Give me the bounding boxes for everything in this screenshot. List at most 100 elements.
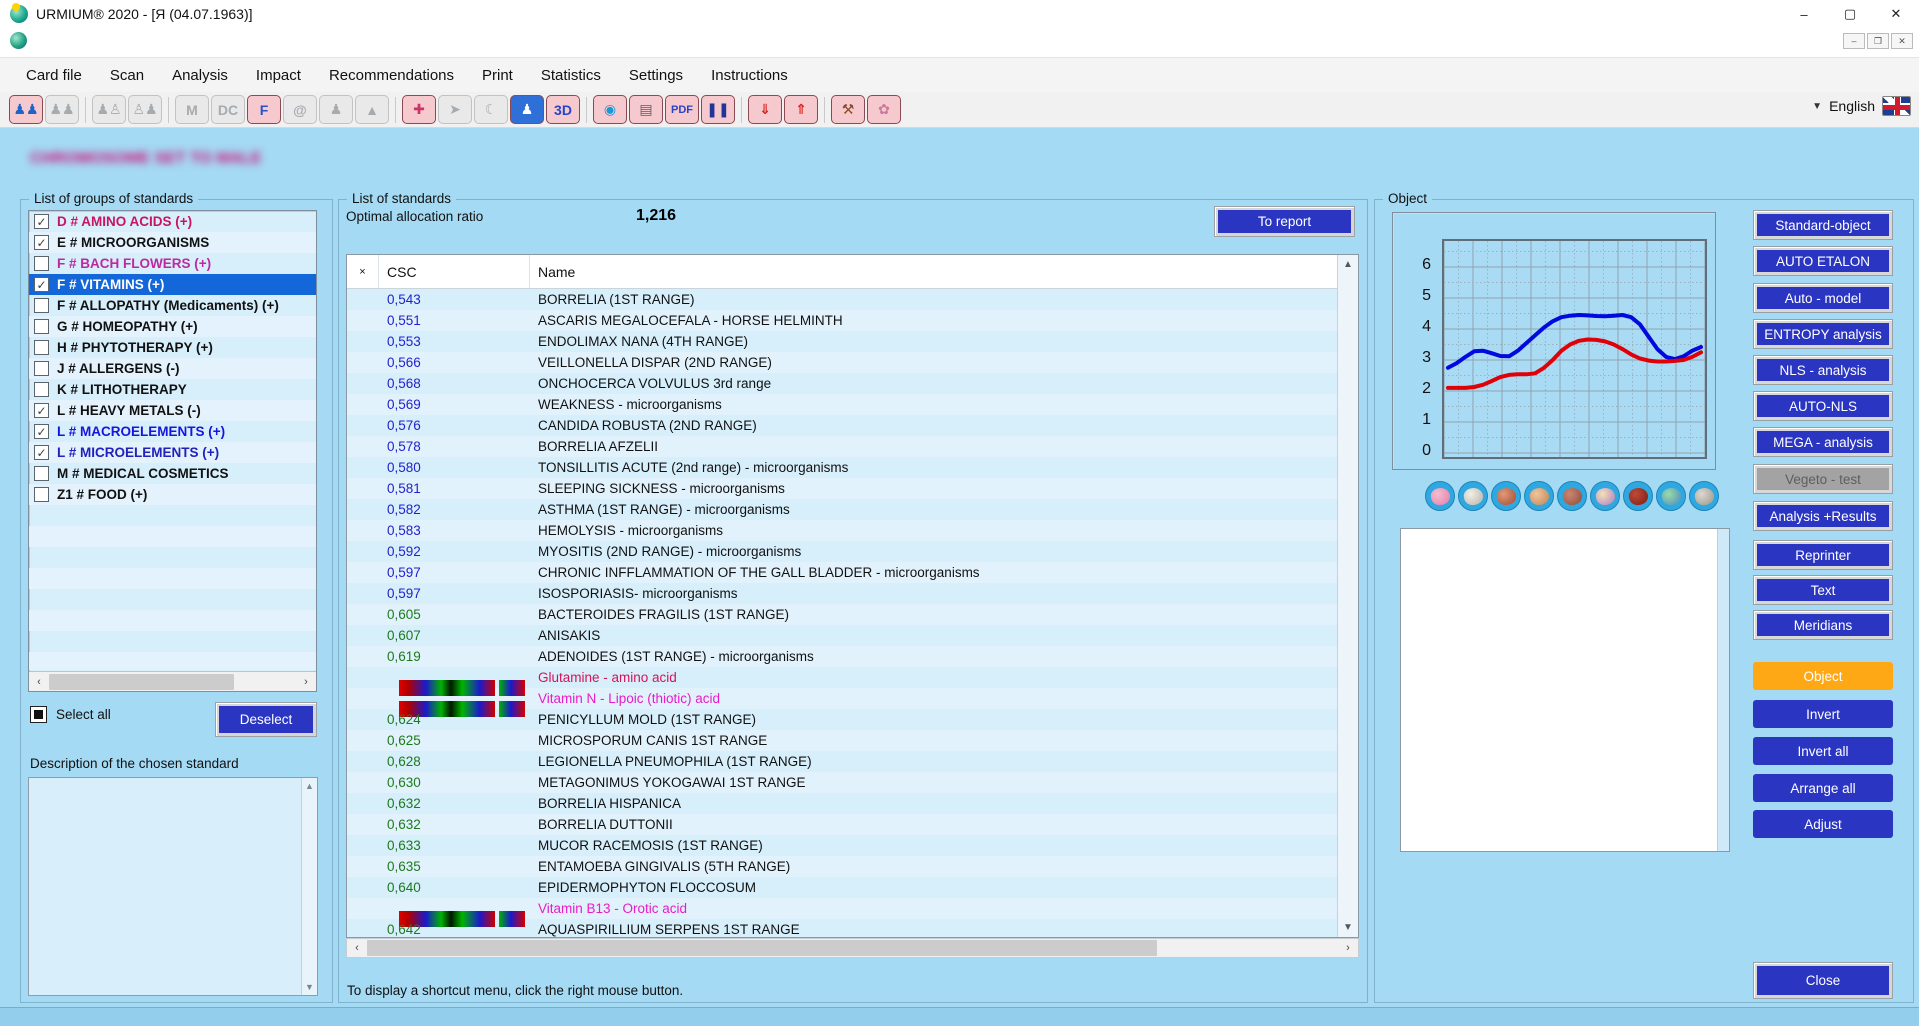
group-row-8[interactable]: J # ALLERGENS (-): [29, 358, 316, 379]
export-button[interactable]: ⇑: [784, 95, 818, 124]
menu-item-statistics[interactable]: Statistics: [527, 63, 615, 88]
group-checkbox[interactable]: [34, 319, 49, 334]
table-vertical-scrollbar[interactable]: ▲ ▼: [1337, 255, 1358, 937]
meta-mode-button[interactable]: M: [175, 95, 209, 124]
tools-button[interactable]: ⚒: [831, 95, 865, 124]
invert-button[interactable]: Invert: [1753, 700, 1893, 728]
menu-item-analysis[interactable]: Analysis: [158, 63, 242, 88]
text-button[interactable]: Text: [1757, 579, 1889, 601]
scroll-up-icon[interactable]: ▲: [305, 781, 314, 791]
group-checkbox[interactable]: ✓: [34, 214, 49, 229]
results-scrollbar[interactable]: [1717, 529, 1729, 851]
lungs-icon[interactable]: [1425, 481, 1455, 511]
table-row[interactable]: 0,568ONCHOCERCA VOLVULUS 3rd range: [347, 373, 1337, 394]
table-row[interactable]: 0,581SLEEPING SICKNESS - microorganisms: [347, 478, 1337, 499]
mdi-minimize-button[interactable]: –: [1843, 33, 1865, 49]
table-row[interactable]: 0,583HEMOLYSIS - microorganisms: [347, 520, 1337, 541]
to-report-button[interactable]: To report: [1218, 210, 1351, 233]
import-button[interactable]: ⇓: [748, 95, 782, 124]
analysis-results-button[interactable]: Analysis +Results: [1757, 505, 1889, 527]
table-row[interactable]: 0,625MICROSPORUM CANIS 1ST RANGE: [347, 730, 1337, 751]
3d-view-button[interactable]: 3D: [546, 95, 580, 124]
group-checkbox[interactable]: ✓: [34, 403, 49, 418]
group-checkbox[interactable]: [34, 487, 49, 502]
group-row-12[interactable]: ✓L # MICROELEMENTS (+): [29, 442, 316, 463]
skin-tissue-icon[interactable]: [1590, 481, 1620, 511]
pdf-export-button[interactable]: PDF: [665, 95, 699, 124]
description-scrollbar[interactable]: ▲ ▼: [301, 778, 317, 995]
mdi-restore-button[interactable]: ❐: [1867, 33, 1889, 49]
table-row[interactable]: 0,543BORRELIA (1ST RANGE): [347, 289, 1337, 310]
group-row-13[interactable]: M # MEDICAL COSMETICS: [29, 463, 316, 484]
language-selector[interactable]: ▼ English: [1812, 96, 1911, 116]
adjust-button[interactable]: Adjust: [1753, 810, 1893, 838]
object-button[interactable]: Object: [1753, 662, 1893, 690]
person-mode-button[interactable]: ♟: [319, 95, 353, 124]
table-horizontal-scrollbar[interactable]: ‹ ›: [346, 938, 1359, 958]
group-checkbox[interactable]: [34, 256, 49, 271]
group-row-3[interactable]: F # BACH FLOWERS (+): [29, 253, 316, 274]
table-row[interactable]: 0,569WEAKNESS - microorganisms: [347, 394, 1337, 415]
group-checkbox[interactable]: ✓: [34, 277, 49, 292]
brain-icon[interactable]: [1689, 481, 1719, 511]
table-row[interactable]: 0,632BORRELIA HISPANICA: [347, 793, 1337, 814]
table-row[interactable]: 0,607ANISAKIS: [347, 625, 1337, 646]
table-row[interactable]: 0,633MUCOR RACEMOSIS (1ST RANGE): [347, 835, 1337, 856]
scroll-left-icon[interactable]: ‹: [347, 939, 367, 957]
group-checkbox[interactable]: [34, 340, 49, 355]
scroll-up-icon[interactable]: ▲: [1338, 259, 1358, 270]
table-row[interactable]: 0,566VEILLONELLA DISPAR (2ND RANGE): [347, 352, 1337, 373]
group-row-10[interactable]: ✓L # HEAVY METALS (-): [29, 400, 316, 421]
standard-object-button[interactable]: Standard-object: [1757, 214, 1889, 236]
body-scan-button[interactable]: ♟: [510, 95, 544, 124]
column-header-name[interactable]: Name: [530, 255, 1337, 288]
moon-button[interactable]: ☾: [474, 95, 508, 124]
arrange-all-button[interactable]: Arrange all: [1753, 774, 1893, 802]
group-row-6[interactable]: G # HOMEOPATHY (+): [29, 316, 316, 337]
stomach-icon[interactable]: [1557, 481, 1587, 511]
magnifier-button[interactable]: ◉: [593, 95, 627, 124]
table-row[interactable]: 0,553ENDOLIMAX NANA (4TH RANGE): [347, 331, 1337, 352]
group-checkbox[interactable]: [34, 382, 49, 397]
group-row-7[interactable]: H # PHYTOTHERAPY (+): [29, 337, 316, 358]
menu-item-settings[interactable]: Settings: [615, 63, 697, 88]
compare-patients-button[interactable]: ♟♙: [92, 95, 126, 124]
table-row[interactable]: 0,605BACTEROIDES FRAGILIS (1ST RANGE): [347, 604, 1337, 625]
entropy-analysis-button[interactable]: ENTROPY analysis: [1757, 323, 1889, 345]
table-row[interactable]: 0,580TONSILLITIS ACUTE (2nd range) - mic…: [347, 457, 1337, 478]
minimize-button[interactable]: –: [1781, 0, 1827, 28]
footprint-button[interactable]: ✿: [867, 95, 901, 124]
dc-mode-button[interactable]: DC: [211, 95, 245, 124]
column-header-x[interactable]: ×: [347, 255, 379, 288]
menu-item-impact[interactable]: Impact: [242, 63, 315, 88]
patient-card-button[interactable]: ♟♟: [9, 95, 43, 124]
group-row-4[interactable]: ✓F # VITAMINS (+): [29, 274, 316, 295]
menu-item-recommendations[interactable]: Recommendations: [315, 63, 468, 88]
menu-item-instructions[interactable]: Instructions: [697, 63, 802, 88]
table-row[interactable]: 0,576CANDIDA ROBUSTA (2ND RANGE): [347, 415, 1337, 436]
scroll-left-icon[interactable]: ‹: [29, 672, 49, 691]
patient-pair-button[interactable]: ♙♟: [128, 95, 162, 124]
table-row[interactable]: 0,597CHRONIC INFFLAMMATION OF THE GALL B…: [347, 562, 1337, 583]
group-row-9[interactable]: K # LITHOTHERAPY: [29, 379, 316, 400]
menu-item-scan[interactable]: Scan: [96, 63, 158, 88]
spine-icon[interactable]: [1656, 481, 1686, 511]
auto-model-button[interactable]: Auto - model: [1757, 287, 1889, 309]
scrollbar-thumb[interactable]: [49, 674, 234, 690]
auto-etalon-button[interactable]: AUTO ETALON: [1757, 250, 1889, 272]
table-row[interactable]: 0,628LEGIONELLA PNEUMOPHILA (1ST RANGE): [347, 751, 1337, 772]
scroll-right-icon[interactable]: ›: [296, 672, 316, 691]
column-header-csc[interactable]: CSC: [379, 255, 530, 288]
table-row[interactable]: 0,551ASCARIS MEGALOCEFALA - HORSE HELMIN…: [347, 310, 1337, 331]
diagram-button[interactable]: ✚: [402, 95, 436, 124]
dart-button[interactable]: ➤: [438, 95, 472, 124]
group-row-1[interactable]: ✓D # AMINO ACIDS (+): [29, 211, 316, 232]
table-row[interactable]: 0,642AQUASPIRILLIUM SERPENS 1ST RANGE: [347, 919, 1337, 937]
group-row-14[interactable]: Z1 # FOOD (+): [29, 484, 316, 505]
group-row-5[interactable]: F # ALLOPATHY (Medicaments) (+): [29, 295, 316, 316]
group-checkbox[interactable]: [34, 361, 49, 376]
audio-mode-button[interactable]: @: [283, 95, 317, 124]
table-row[interactable]: 0,582ASTHMA (1ST RANGE) - microorganisms: [347, 499, 1337, 520]
frequency-button[interactable]: F: [247, 95, 281, 124]
select-all-checkbox[interactable]: [30, 706, 47, 723]
